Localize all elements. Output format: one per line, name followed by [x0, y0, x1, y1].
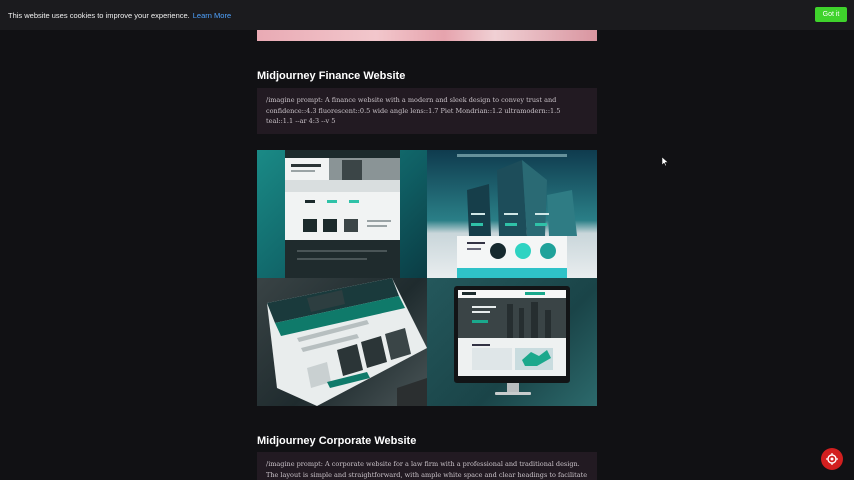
- section-heading-finance: Midjourney Finance Website: [257, 70, 406, 82]
- scroll-top-icon: [826, 453, 838, 465]
- finance-mockup-2-graphic: [457, 154, 577, 278]
- cookie-consent-bar: This website uses cookies to improve you…: [0, 0, 854, 30]
- finance-image-grid: [257, 150, 597, 406]
- cookie-message: This website uses cookies to improve you…: [8, 10, 190, 20]
- finance-mockup-3: [257, 278, 427, 406]
- cookie-learn-more-link[interactable]: Learn More: [193, 11, 231, 20]
- floating-action-button[interactable]: [821, 448, 843, 470]
- previous-image-bottom: [257, 30, 597, 41]
- finance-mockup-1: [257, 150, 427, 278]
- cookie-accept-button[interactable]: Got it: [815, 7, 847, 22]
- section-heading-corporate: Midjourney Corporate Website: [257, 435, 417, 447]
- prompt-box-corporate: /imagine prompt: A corporate website for…: [257, 452, 597, 480]
- finance-mockup-2: [427, 150, 597, 278]
- prompt-box-finance: /imagine prompt: A finance website with …: [257, 88, 597, 134]
- finance-mockup-4: [427, 278, 597, 406]
- finance-mockup-4-graphic: [454, 286, 570, 395]
- mouse-cursor-icon: [662, 157, 669, 167]
- finance-mockup-3-graphic: [267, 278, 427, 406]
- finance-mockup-1-graphic: [285, 150, 400, 278]
